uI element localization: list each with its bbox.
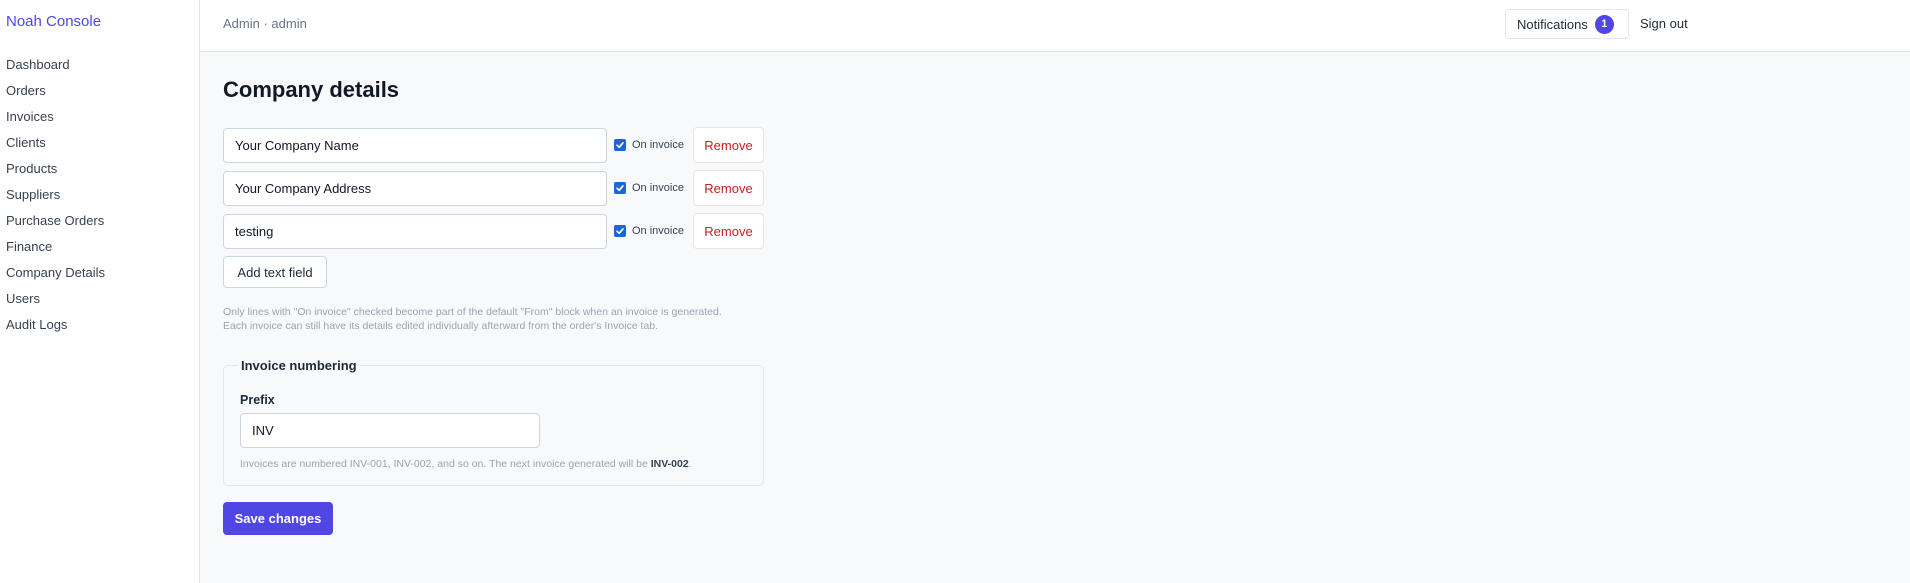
sidebar-item-audit-logs[interactable]: Audit Logs [6,316,105,342]
notifications-button[interactable]: Notifications 1 [1505,9,1629,39]
notifications-label: Notifications [1517,16,1588,32]
on-invoice-toggle[interactable]: On invoice [614,182,693,194]
add-text-field-button[interactable]: Add text field [223,256,327,288]
on-invoice-checkbox[interactable] [614,225,626,237]
sidebar-item-company-details[interactable]: Company Details [6,264,105,290]
remove-field-button[interactable]: Remove [693,170,764,206]
sidebar-item-finance[interactable]: Finance [6,238,105,264]
checkmark-icon [616,228,624,235]
on-invoice-toggle[interactable]: On invoice [614,139,693,151]
on-invoice-help-text: Only lines with "On invoice" checked bec… [223,305,783,333]
invoice-numbering-section: Invoice numbering Prefix Invoices are nu… [223,358,764,486]
numbering-note: Invoices are numbered INV-001, INV-002, … [240,458,692,470]
sidebar: Noah Console Dashboard Orders Invoices C… [0,0,200,583]
company-field-row: On invoice Remove [223,170,764,206]
checkmark-icon [616,185,624,192]
help-line: Only lines with "On invoice" checked bec… [223,306,722,318]
page-title: Company details [223,77,400,102]
remove-field-button[interactable]: Remove [693,127,764,163]
brand-logo[interactable]: Noah Console [6,13,101,30]
numbering-note-text: Invoices are numbered INV-001, INV-002, … [240,458,651,470]
remove-field-button[interactable]: Remove [693,213,764,249]
sidebar-item-purchase-orders[interactable]: Purchase Orders [6,212,105,238]
sidebar-item-products[interactable]: Products [6,160,105,186]
company-field-row: On invoice Remove [223,213,764,249]
sidebar-item-suppliers[interactable]: Suppliers [6,186,105,212]
notifications-count-badge: 1 [1594,14,1614,34]
sidebar-item-orders[interactable]: Orders [6,82,105,108]
sidebar-item-clients[interactable]: Clients [6,134,105,160]
on-invoice-label: On invoice [632,225,684,237]
save-changes-button[interactable]: Save changes [223,502,333,535]
sidebar-item-invoices[interactable]: Invoices [6,108,105,134]
breadcrumb: Admin · admin [223,16,307,31]
on-invoice-label: On invoice [632,182,684,194]
help-line: Each invoice can still have its details … [223,320,659,332]
on-invoice-toggle[interactable]: On invoice [614,225,693,237]
invoice-numbering-legend: Invoice numbering [238,358,360,373]
company-field-input[interactable] [223,127,607,163]
sidebar-item-dashboard[interactable]: Dashboard [6,56,105,82]
on-invoice-label: On invoice [632,139,684,151]
company-field-row: On invoice Remove [223,127,764,163]
on-invoice-checkbox[interactable] [614,182,626,194]
sign-out-link[interactable]: Sign out [1640,16,1688,31]
checkmark-icon [616,142,624,149]
company-field-input[interactable] [223,213,607,249]
company-field-input[interactable] [223,170,607,206]
prefix-input[interactable] [240,413,540,448]
on-invoice-checkbox[interactable] [614,139,626,151]
prefix-label: Prefix [240,393,275,407]
sidebar-nav: Dashboard Orders Invoices Clients Produc… [6,56,105,342]
next-invoice-number: INV-002 [650,458,689,470]
sidebar-item-users[interactable]: Users [6,290,105,316]
numbering-note-end: . [688,458,692,470]
